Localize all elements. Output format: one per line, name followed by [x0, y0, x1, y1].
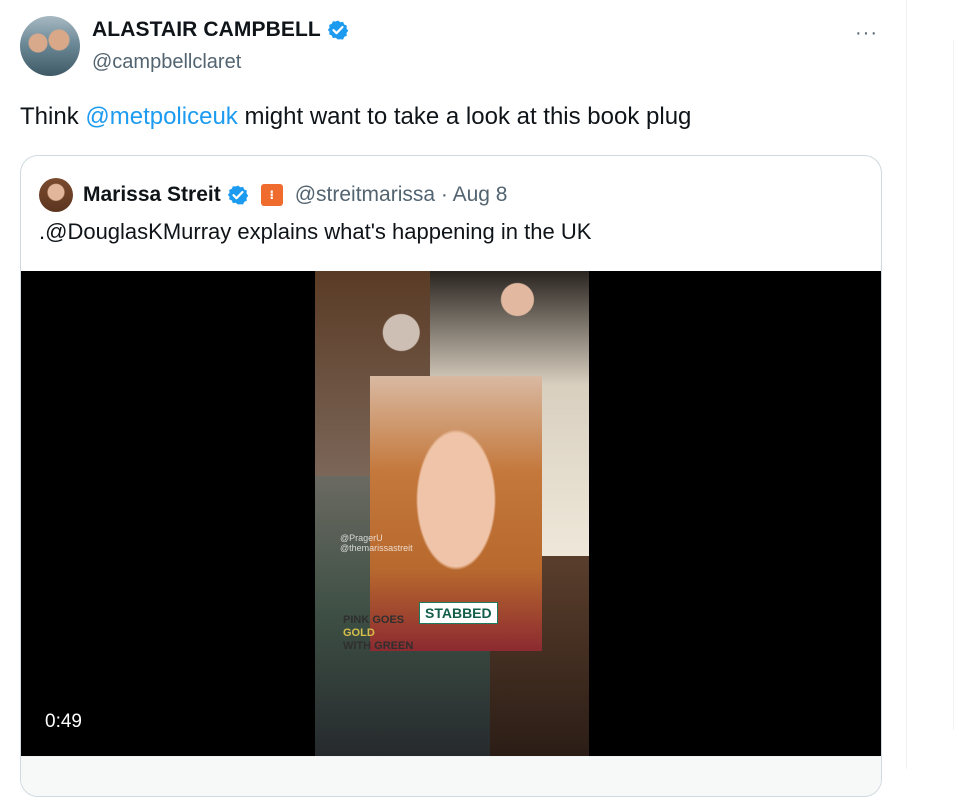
quoted-tweet-text: .@DouglasKMurray explains what's happeni…: [39, 219, 592, 244]
shirt-text: GOLD: [343, 627, 375, 639]
quoted-author-avatar[interactable]: [39, 178, 73, 212]
video-overlay-label: STABBED: [419, 602, 498, 624]
author-name[interactable]: ALASTAIR CAMPBELL: [92, 18, 321, 42]
author-name-row: ALASTAIR CAMPBELL: [92, 18, 349, 42]
more-options-icon[interactable]: ···: [855, 22, 878, 45]
author-avatar[interactable]: [20, 16, 80, 76]
sidebar-edge: [907, 0, 955, 769]
sidebar-border: [953, 40, 954, 730]
author-handle[interactable]: @campbellclaret: [92, 51, 241, 74]
quoted-author-name[interactable]: Marissa Streit: [83, 183, 221, 207]
shirt-print: PINK GOES GOLD WITH GREEN: [343, 614, 413, 653]
quoted-tweet-footer: [21, 756, 881, 796]
shirt-text: WITH GREEN: [343, 640, 414, 652]
quoted-tweet[interactable]: Marissa Streit ⁝ @streitmarissa · Aug 8 …: [20, 155, 882, 797]
shirt-text: PINK GOES: [343, 614, 405, 626]
tweet-text: Think @metpoliceuk might want to take a …: [20, 101, 691, 133]
mention-link[interactable]: @metpoliceuk: [85, 103, 237, 130]
quoted-author-handle: @streitmarissa · Aug 8: [295, 183, 508, 207]
tweet: ALASTAIR CAMPBELL @campbellclaret ··· Th…: [0, 0, 906, 797]
watermark-line: @PragerU: [340, 533, 383, 543]
video-frame: @PragerU @themarissastreit PINK GOES GOL…: [315, 271, 589, 756]
quoted-handle-text[interactable]: @streitmarissa: [295, 183, 435, 206]
watermark-line: @themarissastreit: [340, 543, 413, 553]
tweet-text-start: Think: [20, 103, 86, 130]
video-player[interactable]: @PragerU @themarissastreit PINK GOES GOL…: [21, 271, 881, 756]
quoted-tweet-header: Marissa Streit ⁝ @streitmarissa · Aug 8: [39, 178, 508, 212]
video-duration: 0:49: [45, 711, 82, 732]
verified-badge-icon: [227, 185, 248, 205]
quoted-date[interactable]: Aug 8: [453, 183, 508, 206]
verified-badge-icon: [327, 20, 348, 40]
tweet-text-end: might want to take a look at this book p…: [237, 103, 692, 130]
separator-dot: ·: [440, 183, 448, 206]
video-watermark: @PragerU @themarissastreit: [340, 533, 413, 553]
organization-badge-icon[interactable]: ⁝: [260, 184, 283, 206]
